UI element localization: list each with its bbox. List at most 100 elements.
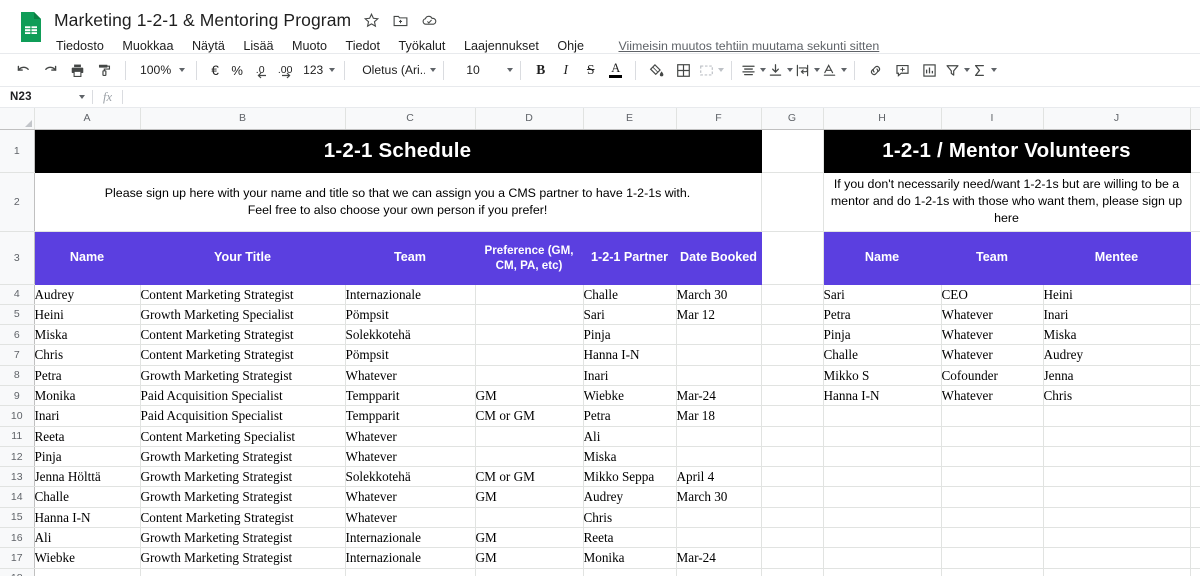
cell-b7[interactable]: Content Marketing Strategist — [140, 344, 346, 366]
cell-c4[interactable]: Internazionale — [345, 284, 476, 305]
cell-d16[interactable]: GM — [475, 527, 584, 549]
note-left[interactable]: Please sign up here with your name and t… — [34, 172, 762, 232]
cell-c18[interactable] — [345, 568, 476, 576]
cell-a17[interactable]: Wiebke — [34, 547, 141, 569]
cell-k8[interactable] — [1190, 365, 1200, 386]
cell-b17[interactable]: Growth Marketing Strategist — [140, 547, 346, 569]
cell-k2[interactable] — [1190, 172, 1200, 232]
row-header-9[interactable]: 9 — [0, 385, 35, 407]
cell-f13[interactable]: April 4 — [676, 466, 762, 488]
cell-e18[interactable] — [583, 568, 677, 576]
cell-g5[interactable] — [761, 304, 824, 326]
column-title-date-booked[interactable]: Date Booked — [676, 231, 762, 285]
row-header-8[interactable]: 8 — [0, 365, 35, 386]
cell-i8[interactable]: Cofounder — [941, 365, 1044, 386]
zoom-control[interactable]: 100% — [133, 57, 189, 84]
menu-item-ohje[interactable]: Ohje — [555, 38, 586, 54]
cell-c5[interactable]: Pömpsit — [345, 304, 476, 326]
bold-button[interactable]: B — [528, 57, 553, 84]
cell-g11[interactable] — [761, 426, 824, 447]
cell-b9[interactable]: Paid Acquisition Specialist — [140, 385, 346, 407]
increase-decimal-button[interactable]: .00 — [272, 57, 298, 84]
column-title-mentor-name[interactable]: Name — [823, 231, 942, 285]
star-icon[interactable] — [363, 12, 380, 29]
row-header-12[interactable]: 12 — [0, 446, 35, 468]
cell-i11[interactable] — [941, 426, 1044, 447]
row-header-5[interactable]: 5 — [0, 304, 35, 326]
cell-g4[interactable] — [761, 284, 824, 305]
cell-f17[interactable]: Mar-24 — [676, 547, 762, 569]
cell-i9[interactable]: Whatever — [941, 385, 1044, 407]
column-header-h[interactable]: H — [823, 108, 942, 130]
merge-cells-icon[interactable] — [697, 57, 724, 84]
cell-g7[interactable] — [761, 344, 824, 366]
cell-a7[interactable]: Chris — [34, 344, 141, 366]
cell-e5[interactable]: Sari — [583, 304, 677, 326]
percent-format-button[interactable]: % — [226, 57, 248, 84]
cell-g8[interactable] — [761, 365, 824, 386]
row-header-15[interactable]: 15 — [0, 507, 35, 529]
cell-j5[interactable]: Inari — [1043, 304, 1191, 326]
cell-b5[interactable]: Growth Marketing Specialist — [140, 304, 346, 326]
column-header-f[interactable]: F — [676, 108, 762, 130]
cell-b16[interactable]: Growth Marketing Strategist — [140, 527, 346, 549]
column-header-partial[interactable] — [1190, 108, 1200, 130]
row-header-3[interactable]: 3 — [0, 231, 35, 285]
cell-g2[interactable] — [761, 172, 824, 232]
column-header-c[interactable]: C — [345, 108, 476, 130]
currency-format-button[interactable]: € — [204, 57, 226, 84]
horizontal-align-icon[interactable] — [739, 57, 766, 84]
cell-g6[interactable] — [761, 324, 824, 346]
column-header-g[interactable]: G — [761, 108, 824, 130]
cell-e12[interactable]: Miska — [583, 446, 677, 468]
row-header-13[interactable]: 13 — [0, 466, 35, 488]
cell-k1[interactable] — [1190, 129, 1200, 173]
fill-color-icon[interactable] — [643, 57, 670, 84]
cell-a13[interactable]: Jenna Hölttä — [34, 466, 141, 488]
cell-g1[interactable] — [761, 129, 824, 173]
cell-e15[interactable]: Chris — [583, 507, 677, 529]
cell-h7[interactable]: Challe — [823, 344, 942, 366]
strikethrough-button[interactable]: S — [578, 57, 603, 84]
cell-j13[interactable] — [1043, 466, 1191, 488]
cell-c16[interactable]: Internazionale — [345, 527, 476, 549]
undo-icon[interactable] — [10, 57, 37, 84]
column-header-b[interactable]: B — [140, 108, 346, 130]
move-to-folder-icon[interactable] — [392, 12, 409, 29]
cell-i4[interactable]: CEO — [941, 284, 1044, 305]
print-icon[interactable] — [64, 57, 91, 84]
text-rotation-icon[interactable] — [820, 57, 847, 84]
cell-d17[interactable]: GM — [475, 547, 584, 569]
note-right[interactable]: If you don't necessarily need/want 1-2-1… — [823, 172, 1191, 232]
cell-k15[interactable] — [1190, 507, 1200, 529]
cell-a9[interactable]: Monika — [34, 385, 141, 407]
cell-k7[interactable] — [1190, 344, 1200, 366]
column-title-name[interactable]: Name — [34, 231, 141, 285]
paint-format-icon[interactable] — [91, 57, 118, 84]
cell-j15[interactable] — [1043, 507, 1191, 529]
spreadsheet-grid[interactable]: A B C D E F G H I J 1 1-2-1 Schedule 1-2… — [0, 108, 1200, 576]
row-header-4[interactable]: 4 — [0, 284, 35, 305]
chevron-down-icon[interactable] — [79, 95, 85, 99]
cell-h18[interactable] — [823, 568, 942, 576]
row-header-2[interactable]: 2 — [0, 172, 35, 232]
row-header-18[interactable]: 18 — [0, 568, 35, 576]
cell-b15[interactable]: Content Marketing Strategist — [140, 507, 346, 529]
cell-e16[interactable]: Reeta — [583, 527, 677, 549]
cell-d10[interactable]: CM or GM — [475, 405, 584, 427]
row-header-1[interactable]: 1 — [0, 129, 35, 173]
column-title-partner[interactable]: 1-2-1 Partner — [583, 231, 677, 285]
cell-e10[interactable]: Petra — [583, 405, 677, 427]
menu-item-tyokalut[interactable]: Työkalut — [397, 38, 448, 54]
cell-c7[interactable]: Pömpsit — [345, 344, 476, 366]
row-header-17[interactable]: 17 — [0, 547, 35, 569]
cell-j16[interactable] — [1043, 527, 1191, 549]
cell-f5[interactable]: Mar 12 — [676, 304, 762, 326]
cell-a6[interactable]: Miska — [34, 324, 141, 346]
cell-a12[interactable]: Pinja — [34, 446, 141, 468]
sigma-icon[interactable] — [970, 57, 997, 84]
text-wrapping-icon[interactable] — [793, 57, 820, 84]
cell-i6[interactable]: Whatever — [941, 324, 1044, 346]
cell-k14[interactable] — [1190, 486, 1200, 508]
column-title-preference[interactable]: Preference (GM, CM, PA, etc) — [475, 231, 584, 285]
